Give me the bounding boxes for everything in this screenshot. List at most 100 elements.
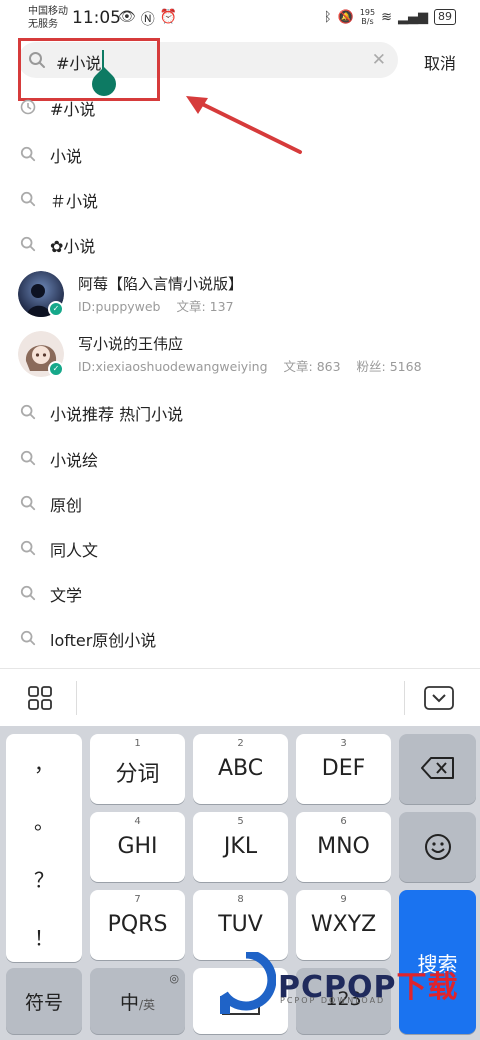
suggestion-item[interactable]: ＃小说 — [0, 177, 480, 221]
network-speed: 195 B/s — [360, 8, 375, 26]
wifi-icon: ≋ — [381, 9, 392, 25]
punctuation-column[interactable]: ， 。 ？ ！ — [6, 734, 82, 962]
search-icon — [20, 191, 36, 207]
search-icon — [20, 630, 36, 646]
suggestion-item[interactable]: 原创 — [0, 481, 480, 525]
punct-key[interactable]: ， — [6, 748, 82, 777]
user-name: 写小说的王伟应 — [78, 335, 184, 353]
clear-icon[interactable]: ✕ — [372, 50, 386, 70]
suggestion-text: 小说 — [50, 147, 83, 166]
suggestion-item[interactable]: 小说 — [0, 132, 480, 176]
signal-icon: ▂▄▆ — [398, 9, 428, 25]
suggestion-text: 同人文 — [50, 541, 99, 560]
language-label: 中/英 — [90, 988, 185, 1015]
battery-icon: 89 — [434, 9, 456, 25]
key-label: DEF — [321, 756, 366, 781]
carrier-info: 中国移动 无服务 — [28, 5, 68, 31]
suggestion-item[interactable]: 文学 — [0, 571, 480, 615]
eye-icon: 👁 — [118, 9, 136, 25]
suggestion-text: #小说 — [50, 100, 96, 119]
user-name: 阿莓【陷入言情小说版】 — [78, 275, 244, 293]
key-number: 9 — [340, 894, 347, 905]
suggestion-item[interactable]: 同人文 — [0, 526, 480, 570]
key-label: TUV — [218, 912, 263, 937]
lang-main: 中 — [119, 992, 139, 1014]
user-id: ID:xiexiaoshuodewangweiying — [78, 359, 268, 374]
search-icon — [20, 450, 36, 466]
user-articles: 文章: 137 — [176, 299, 234, 314]
key-8[interactable]: 8 TUV — [193, 890, 288, 960]
key-7[interactable]: 7 PQRS — [90, 890, 185, 960]
backspace-button[interactable] — [399, 734, 476, 804]
emoji-button[interactable] — [399, 812, 476, 882]
key-1[interactable]: 1 分词 — [90, 734, 185, 804]
search-icon — [20, 146, 36, 162]
suggestion-item[interactable]: lofter原创小说 — [0, 616, 480, 660]
search-icon — [20, 495, 36, 511]
suggestion-text: ＃小说 — [50, 192, 99, 211]
key-label: PQRS — [107, 912, 168, 937]
suggestion-text: 小说绘 — [50, 451, 99, 470]
symbol-button[interactable]: 符号 — [6, 968, 82, 1034]
globe-icon: ◎ — [169, 972, 179, 985]
key-number: 6 — [340, 816, 347, 827]
key-number: 5 — [237, 816, 244, 827]
cancel-button[interactable]: 取消 — [424, 50, 456, 74]
symbol-label: 符号 — [24, 992, 63, 1014]
key-2[interactable]: 2 ABC — [193, 734, 288, 804]
speed-unit: B/s — [361, 17, 374, 26]
user-articles: 文章: 863 — [283, 359, 341, 374]
verified-badge-icon: ✓ — [48, 361, 64, 377]
toolbar-divider — [76, 681, 77, 715]
apps-grid-icon[interactable] — [28, 686, 52, 710]
search-icon — [20, 585, 36, 601]
suggestion-item[interactable]: #小说 — [0, 85, 480, 129]
suggestion-item[interactable]: 小说推荐 热门小说 — [0, 390, 480, 434]
carrier-service: 无服务 — [28, 19, 58, 30]
watermark-subtitle: PCPOP DOWNLOAD — [280, 996, 386, 1005]
suggestion-text: 小说推荐 热门小说 — [50, 405, 184, 424]
key-label: JKL — [223, 834, 258, 859]
suggestion-item[interactable]: ✿小说 — [0, 222, 480, 266]
key-number: 3 — [340, 738, 347, 749]
search-icon — [20, 404, 36, 420]
status-bar: 中国移动 无服务 11:05 👁 Ⓝ ⏰ ᛒ 🔕 195 B/s ≋ ▂▄▆ 8… — [0, 0, 480, 36]
suggestion-item[interactable]: 小说绘 — [0, 436, 480, 480]
speed-value: 195 — [359, 8, 376, 17]
watermark-logo-icon — [220, 949, 277, 1014]
key-9[interactable]: 9 WXYZ — [296, 890, 391, 960]
backspace-icon — [420, 757, 454, 779]
user-id: ID:puppyweb — [78, 299, 161, 314]
status-icons-right: ᛒ 🔕 195 B/s ≋ ▂▄▆ 89 — [324, 8, 456, 26]
punct-key[interactable]: 。 — [6, 806, 82, 835]
key-number: 2 — [237, 738, 244, 749]
bluetooth-icon: ᛒ — [323, 9, 332, 25]
key-label: ABC — [217, 756, 264, 781]
key-label: GHI — [117, 834, 158, 859]
punct-key[interactable]: ！ — [6, 922, 82, 951]
key-6[interactable]: 6 MNO — [296, 812, 391, 882]
user-result[interactable]: ✓ 写小说的王伟应 ID:xiexiaoshuodewangweiying 文章… — [0, 325, 480, 383]
key-label: WXYZ — [310, 912, 377, 937]
key-4[interactable]: 4 GHI — [90, 812, 185, 882]
toolbar-divider — [404, 681, 405, 715]
alarm-icon: ⏰ — [159, 9, 178, 25]
key-3[interactable]: 3 DEF — [296, 734, 391, 804]
search-icon — [20, 540, 36, 556]
key-5[interactable]: 5 JKL — [193, 812, 288, 882]
key-label: 分词 — [115, 762, 160, 787]
emoji-icon — [424, 834, 451, 860]
language-toggle[interactable]: ◎ 中/英 — [90, 968, 185, 1034]
keyboard-toolbar — [0, 668, 480, 726]
verified-badge-icon: ✓ — [48, 301, 64, 317]
key-label: MNO — [317, 834, 370, 859]
key-number: 4 — [134, 816, 141, 827]
lang-sub: /英 — [138, 998, 156, 1012]
user-result[interactable]: ✓ 阿莓【陷入言情小说版】 ID:puppyweb 文章: 137 — [0, 265, 480, 323]
key-number: 8 — [237, 894, 244, 905]
suggestion-text: 文学 — [50, 586, 83, 605]
user-meta: ID:puppyweb 文章: 137 — [78, 296, 246, 315]
hide-keyboard-icon[interactable] — [424, 686, 454, 710]
suggestion-text: lofter原创小说 — [50, 631, 157, 650]
punct-key[interactable]: ？ — [6, 864, 82, 893]
